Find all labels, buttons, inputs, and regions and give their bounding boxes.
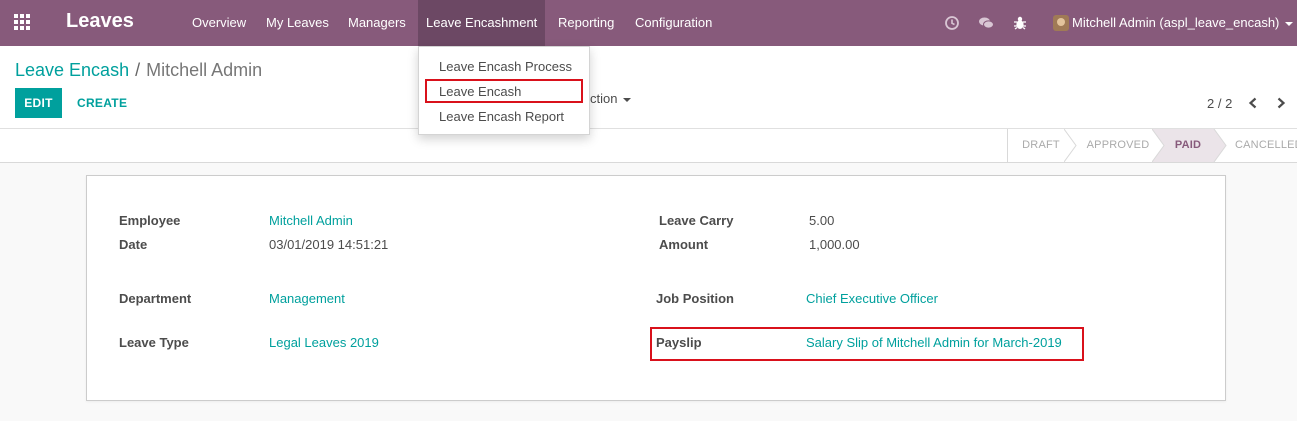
- chevron-down-icon: [1285, 21, 1294, 26]
- leave-type-label: Leave Type: [119, 335, 189, 350]
- menu-overview[interactable]: Overview: [192, 0, 246, 46]
- bug-icon[interactable]: [1012, 15, 1028, 31]
- date-label: Date: [119, 237, 148, 252]
- job-position-value[interactable]: Chief Executive Officer: [806, 291, 938, 306]
- chevron-down-icon: [623, 97, 632, 102]
- leave-encashment-dropdown: Leave Encash Process Leave Encash Leave …: [418, 46, 590, 135]
- dropdown-item-leave-encash[interactable]: Leave Encash: [439, 84, 521, 99]
- stage-arrow: [1064, 129, 1077, 162]
- stage-arrow: [1204, 129, 1227, 162]
- menu-leave-encashment[interactable]: Leave Encashment: [418, 0, 546, 46]
- clock-icon[interactable]: [944, 15, 960, 31]
- edit-button[interactable]: EDIT: [15, 88, 62, 118]
- chevron-left-icon[interactable]: [1246, 96, 1260, 110]
- chat-icon[interactable]: [978, 15, 994, 31]
- app-brand[interactable]: Leaves: [66, 10, 134, 33]
- department-label: Department: [119, 291, 192, 306]
- breadcrumb: Leave Encash / Mitchell Admin: [15, 60, 262, 81]
- top-navbar: Leaves Overview My Leaves Managers Leave…: [0, 0, 1297, 46]
- dropdown-item-leave-encash-process[interactable]: Leave Encash Process: [439, 59, 572, 74]
- statusbar: DRAFT APPROVED PAID CANCELLED: [0, 129, 1297, 163]
- leave-type-value[interactable]: Legal Leaves 2019: [269, 335, 379, 350]
- form-sheet: Employee Mitchell Admin Date 03/01/2019 …: [86, 175, 1226, 401]
- action-dropdown[interactable]: ction: [590, 90, 632, 108]
- payslip-value[interactable]: Salary Slip of Mitchell Admin for March-…: [806, 335, 1062, 350]
- apps-grid-icon[interactable]: [14, 14, 32, 32]
- dropdown-item-leave-encash-report[interactable]: Leave Encash Report: [439, 109, 564, 124]
- menu-configuration[interactable]: Configuration: [635, 0, 712, 46]
- user-avatar[interactable]: [1053, 15, 1069, 31]
- stage-arrow: [1152, 129, 1174, 162]
- user-menu[interactable]: Mitchell Admin (aspl_leave_encash): [1072, 0, 1294, 46]
- breadcrumb-separator: /: [135, 60, 141, 80]
- job-position-label: Job Position: [656, 291, 734, 306]
- chevron-right-icon[interactable]: [1274, 96, 1288, 110]
- date-value: 03/01/2019 14:51:21: [269, 237, 389, 252]
- pager-value[interactable]: 2 / 2: [1207, 96, 1232, 111]
- department-value[interactable]: Management: [269, 291, 345, 306]
- control-panel: Leave Encash / Mitchell Admin EDIT CREATE …: [0, 46, 1297, 129]
- create-button[interactable]: CREATE: [77, 88, 127, 118]
- breadcrumb-parent[interactable]: Leave Encash: [15, 60, 129, 80]
- employee-value[interactable]: Mitchell Admin: [269, 213, 353, 228]
- payslip-label: Payslip: [656, 335, 702, 350]
- leave-carry-label: Leave Carry: [659, 213, 734, 228]
- menu-managers[interactable]: Managers: [348, 0, 406, 46]
- breadcrumb-current: Mitchell Admin: [146, 60, 263, 80]
- employee-label: Employee: [119, 213, 181, 228]
- action-label: ction: [590, 91, 618, 106]
- menu-reporting[interactable]: Reporting: [558, 0, 614, 46]
- amount-value: 1,000.00: [809, 237, 860, 252]
- user-name-label: Mitchell Admin (aspl_leave_encash): [1072, 15, 1280, 30]
- menu-my-leaves[interactable]: My Leaves: [266, 0, 329, 46]
- leave-carry-value: 5.00: [809, 213, 835, 228]
- amount-label: Amount: [659, 237, 709, 252]
